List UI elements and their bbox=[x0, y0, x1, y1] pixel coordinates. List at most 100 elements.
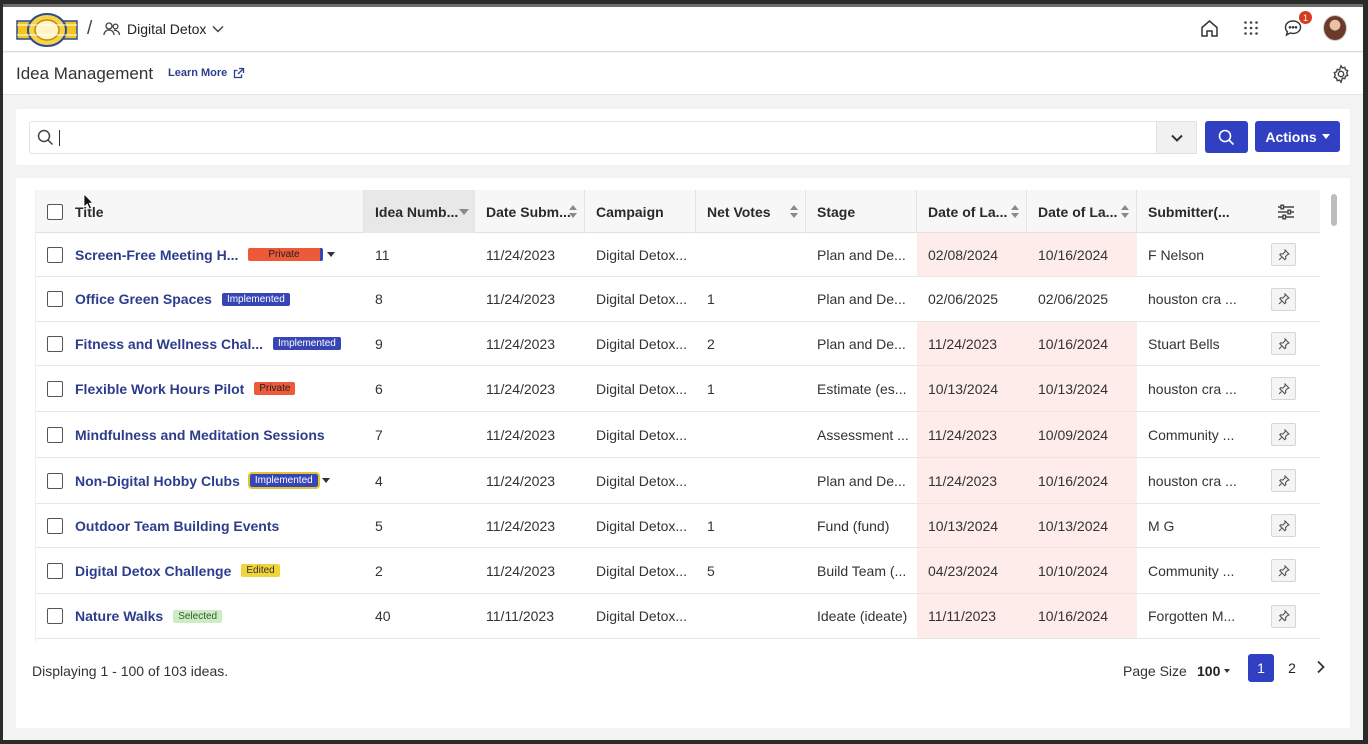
column-date-submitted[interactable]: Date Subm... bbox=[475, 190, 585, 233]
date-submitted-cell: 11/24/2023 bbox=[486, 380, 556, 397]
pin-icon[interactable] bbox=[1271, 332, 1296, 355]
sort-icon bbox=[569, 205, 578, 219]
idea-title-link[interactable]: Fitness and Wellness Chal... bbox=[75, 336, 263, 352]
page-size-label: Page Size bbox=[1123, 663, 1187, 679]
column-date-submitted-label: Date Subm... bbox=[486, 203, 571, 220]
row-action-cell bbox=[1251, 366, 1320, 411]
apps-grid-icon[interactable] bbox=[1239, 16, 1263, 40]
search-options-dropdown[interactable] bbox=[1156, 121, 1197, 154]
idea-number-cell: 4 bbox=[375, 472, 383, 489]
date-last-1-cell: 11/11/2023 bbox=[917, 594, 1027, 638]
column-net-votes[interactable]: Net Votes bbox=[696, 190, 806, 233]
campaign-cell: Digital Detox... bbox=[596, 246, 688, 263]
column-idea-number[interactable]: Idea Numb... bbox=[364, 190, 475, 233]
tag-caret-down-icon[interactable] bbox=[321, 478, 330, 483]
title-cell: Mindfulness and Meditation Sessions bbox=[36, 412, 364, 457]
pin-icon[interactable] bbox=[1271, 559, 1296, 582]
title-cell: Nature Walks Selected bbox=[36, 594, 364, 638]
implemented-tag: Implemented bbox=[247, 472, 320, 489]
stage-cell: Plan and De... bbox=[817, 291, 906, 307]
tag-caret-down-icon[interactable] bbox=[326, 252, 335, 257]
row-checkbox[interactable] bbox=[47, 246, 63, 263]
title-cell: Outdoor Team Building Events bbox=[36, 504, 364, 547]
date-last-2-cell: 10/10/2024 bbox=[1027, 548, 1137, 593]
pin-icon[interactable] bbox=[1271, 287, 1296, 311]
page-button-2[interactable]: 2 bbox=[1279, 654, 1305, 682]
actions-label: Actions bbox=[1265, 128, 1317, 145]
ideas-grid: Title Idea Numb... Date Subm... Campaign… bbox=[35, 190, 1320, 642]
select-all-checkbox[interactable] bbox=[47, 203, 63, 220]
date-last-2-cell: 10/16/2024 bbox=[1027, 594, 1137, 638]
column-date-last-1-label: Date of La... bbox=[928, 203, 1008, 220]
table-row[interactable]: Non-Digital Hobby Clubs Implemented 4 11/24… bbox=[36, 458, 1320, 504]
row-checkbox[interactable] bbox=[47, 380, 63, 397]
vertical-scrollbar[interactable] bbox=[1325, 190, 1343, 642]
campaign-cell: Digital Detox... bbox=[596, 335, 688, 352]
pin-icon[interactable] bbox=[1271, 377, 1296, 400]
date-last-2-cell: 10/09/2024 bbox=[1027, 412, 1137, 457]
column-date-last-2[interactable]: Date of La... bbox=[1027, 190, 1137, 233]
search-button[interactable] bbox=[1205, 121, 1248, 153]
table-row[interactable]: Fitness and Wellness Chal... Implemented 9… bbox=[36, 322, 1320, 366]
column-campaign[interactable]: Campaign bbox=[585, 190, 696, 233]
app-window: / Digital Detox 1 Idea Management Learn … bbox=[3, 4, 1363, 740]
idea-title-link[interactable]: Non-Digital Hobby Clubs bbox=[75, 473, 240, 489]
next-page-chevron-icon[interactable] bbox=[1316, 660, 1326, 679]
row-checkbox[interactable] bbox=[47, 562, 63, 579]
row-checkbox[interactable] bbox=[47, 291, 63, 307]
page-button-1[interactable]: 1 bbox=[1248, 654, 1274, 682]
row-checkbox[interactable] bbox=[47, 517, 63, 534]
idea-title-link[interactable]: Screen-Free Meeting H... bbox=[75, 247, 238, 263]
table-row[interactable]: Outdoor Team Building Events 5 11/24/2023 D… bbox=[36, 504, 1320, 548]
idea-title-link[interactable]: Mindfulness and Meditation Sessions bbox=[75, 427, 325, 443]
user-avatar[interactable] bbox=[1323, 15, 1347, 41]
search-icon bbox=[1218, 129, 1235, 145]
search-input[interactable] bbox=[29, 121, 1197, 154]
submitter-cell: Stuart Bells bbox=[1148, 335, 1220, 352]
table-row[interactable]: Mindfulness and Meditation Sessions 7 11/2… bbox=[36, 412, 1320, 458]
pin-icon[interactable] bbox=[1271, 423, 1296, 446]
idea-title-link[interactable]: Nature Walks bbox=[75, 608, 163, 624]
date-last-1-cell: 11/24/2023 bbox=[917, 458, 1027, 503]
column-settings-icon[interactable] bbox=[1251, 190, 1320, 233]
chat-icon[interactable]: 1 bbox=[1281, 11, 1312, 40]
title-cell: Screen-Free Meeting H... Private bbox=[36, 233, 364, 276]
learn-more-link[interactable]: Learn More bbox=[168, 67, 245, 79]
table-row[interactable]: Flexible Work Hours Pilot Private 6 11/24/2… bbox=[36, 366, 1320, 412]
actions-button[interactable]: Actions bbox=[1255, 121, 1340, 152]
pin-icon[interactable] bbox=[1271, 243, 1296, 266]
row-checkbox[interactable] bbox=[47, 608, 63, 624]
row-action-cell bbox=[1251, 458, 1320, 503]
row-checkbox[interactable] bbox=[47, 335, 63, 352]
home-icon[interactable] bbox=[1197, 16, 1221, 40]
table-row[interactable]: Digital Detox Challenge Edited 2 11/24/2023… bbox=[36, 548, 1320, 594]
table-row[interactable]: Office Green Spaces Implemented 8 11/24/202… bbox=[36, 277, 1320, 322]
idea-title-link[interactable]: Flexible Work Hours Pilot bbox=[75, 381, 244, 397]
stage-cell: Plan and De... bbox=[817, 472, 906, 489]
campaign-cell: Digital Detox... bbox=[596, 291, 688, 307]
pin-icon[interactable] bbox=[1271, 514, 1296, 537]
settings-gear-icon[interactable] bbox=[1331, 64, 1351, 89]
column-date-last-1[interactable]: Date of La... bbox=[917, 190, 1027, 233]
net-votes-cell: 2 bbox=[707, 335, 715, 352]
sort-icon bbox=[1121, 205, 1130, 219]
idea-title-link[interactable]: Digital Detox Challenge bbox=[75, 563, 231, 579]
pin-icon[interactable] bbox=[1271, 604, 1296, 628]
table-row[interactable]: Nature Walks Selected 40 11/11/2023 Digital … bbox=[36, 594, 1320, 639]
workspace-selector[interactable]: Digital Detox bbox=[103, 17, 224, 41]
table-row[interactable]: Screen-Free Meeting H... Private 11 11/24/2… bbox=[36, 233, 1320, 277]
page-size-select[interactable]: 100 bbox=[1197, 663, 1231, 679]
breadcrumb-separator: / bbox=[87, 18, 93, 39]
row-checkbox[interactable] bbox=[47, 426, 63, 443]
column-submitter[interactable]: Submitter(... bbox=[1137, 190, 1251, 233]
group-icon bbox=[103, 22, 121, 36]
row-checkbox[interactable] bbox=[47, 472, 63, 489]
idea-title-link[interactable]: Office Green Spaces bbox=[75, 291, 212, 307]
column-stage[interactable]: Stage bbox=[806, 190, 917, 233]
brand-logo[interactable] bbox=[15, 12, 79, 48]
pin-icon[interactable] bbox=[1271, 469, 1296, 492]
net-votes-cell bbox=[696, 233, 806, 276]
date-submitted-cell: 11/24/2023 bbox=[486, 562, 556, 579]
idea-title-link[interactable]: Outdoor Team Building Events bbox=[75, 518, 279, 534]
idea-number-cell: 7 bbox=[375, 426, 383, 443]
